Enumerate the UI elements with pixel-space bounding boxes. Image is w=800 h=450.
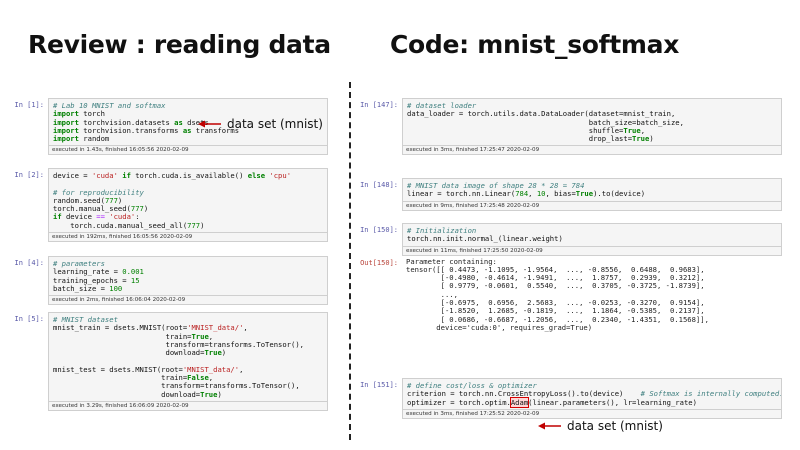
cell-prompt: In [148]: — [360, 181, 398, 189]
code-input[interactable]: # MNIST dataset mnist_train = dsets.MNIS… — [48, 312, 328, 402]
cell-prompt: In [151]: — [360, 381, 398, 389]
notebook-cell-2[interactable]: In [2]: device = 'cuda' if torch.cuda.is… — [14, 168, 328, 243]
adam-highlight: Adam — [509, 396, 530, 408]
cell-prompt: In [1]: — [14, 101, 44, 109]
code-input[interactable]: # Initialization torch.nn.init.normal_(l… — [402, 223, 782, 247]
annotation-data-set-1: data set (mnist) — [198, 117, 323, 131]
cell-prompt: In [147]: — [360, 101, 398, 109]
code-input[interactable]: # MNIST data image of shape 28 * 28 = 78… — [402, 178, 782, 202]
exec-info: executed in 2ms, finished 16:06:04 2020-… — [48, 296, 328, 306]
exec-info: executed in 11ms, finished 17:25:50 2020… — [402, 246, 782, 256]
exec-info: executed in 1.43s, finished 16:05:56 202… — [48, 146, 328, 156]
heading-right: Code: mnist_softmax — [390, 30, 680, 59]
cell-output: Out[150]: Parameter containing: tensor([… — [360, 256, 782, 335]
cell-prompt: In [150]: — [360, 226, 398, 234]
cell-prompt: In [4]: — [14, 259, 44, 267]
exec-info: executed in 3ms, finished 17:25:52 2020-… — [402, 409, 782, 419]
notebook-cell-147[interactable]: In [147]: # dataset loader data_loader =… — [360, 98, 782, 156]
arrow-left-icon — [198, 120, 221, 128]
exec-info: executed in 192ms, finished 16:05:56 202… — [48, 233, 328, 243]
code-input[interactable]: # parameters learning_rate = 0.001 train… — [48, 256, 328, 297]
code-input[interactable]: # dataset loader data_loader = torch.uti… — [402, 98, 782, 147]
arrow-left-icon — [538, 422, 561, 430]
output-text: Parameter containing: tensor([[ 0.4473, … — [406, 256, 709, 332]
cell-prompt: In [2]: — [14, 171, 44, 179]
exec-info: executed in 3.29s, finished 16:06:09 202… — [48, 401, 328, 411]
notebook-cell-3[interactable]: In [4]: # parameters learning_rate = 0.0… — [14, 256, 328, 306]
exec-info: executed in 9ms, finished 17:25:48 2020-… — [402, 201, 782, 211]
notebook-cell-4[interactable]: In [5]: # MNIST dataset mnist_train = ds… — [14, 312, 328, 411]
heading-left: Review : reading data — [28, 30, 331, 59]
exec-info: executed in 3ms, finished 17:25:47 2020-… — [402, 146, 782, 156]
annotation-text: data set (mnist) — [227, 117, 323, 131]
notebook-cell-148[interactable]: In [148]: # MNIST data image of shape 28… — [360, 178, 782, 211]
annotation-data-set-2: data set (mnist) — [538, 419, 663, 433]
code-input[interactable]: # define cost/loss & optimizer criterion… — [402, 378, 782, 410]
notebook-cell-150[interactable]: In [150]: # Initialization torch.nn.init… — [360, 223, 782, 335]
code-input[interactable]: device = 'cuda' if torch.cuda.is_availab… — [48, 168, 328, 234]
notebook-cell-151[interactable]: In [151]: # define cost/loss & optimizer… — [360, 378, 782, 419]
dashed-divider — [349, 82, 351, 440]
cell-prompt: In [5]: — [14, 315, 44, 323]
annotation-text: data set (mnist) — [567, 419, 663, 433]
out-prompt: Out[150]: — [360, 258, 398, 267]
